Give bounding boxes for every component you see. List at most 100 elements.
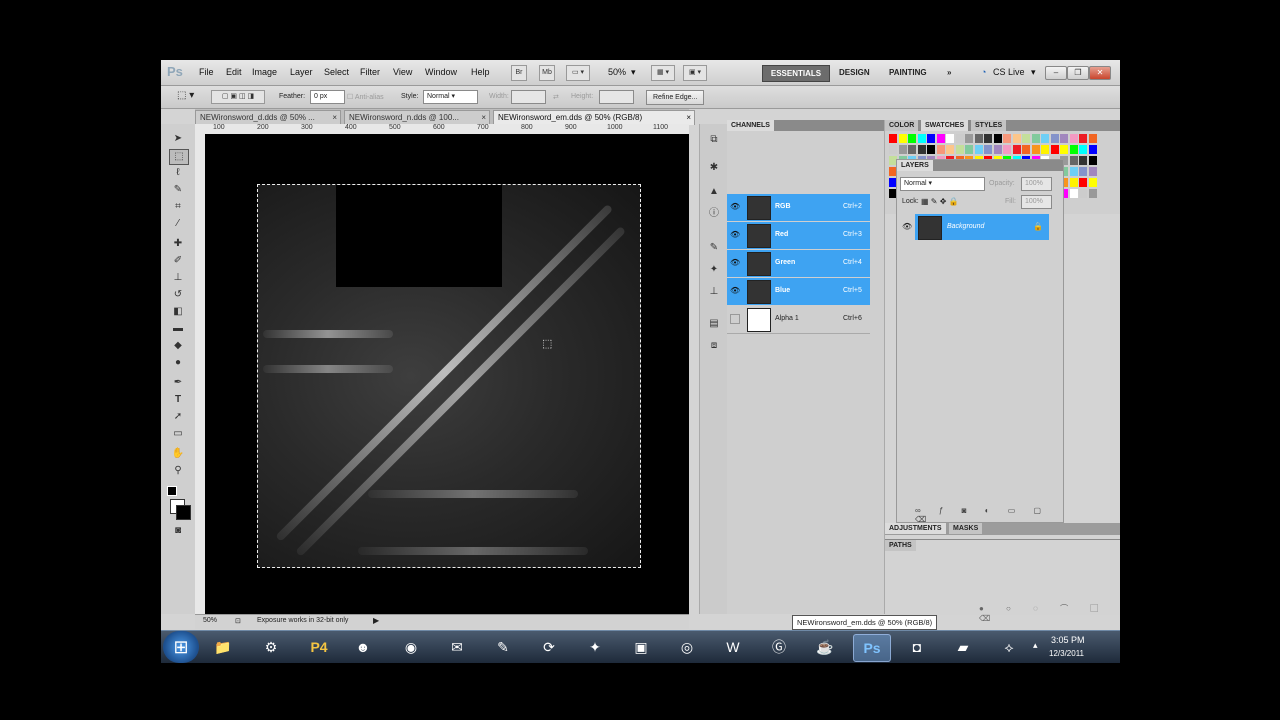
move-tool-icon[interactable]: ➤	[169, 132, 187, 146]
quick-select-icon[interactable]: ✎	[169, 183, 187, 197]
swatch[interactable]	[1022, 134, 1030, 143]
swatch[interactable]	[1069, 189, 1078, 198]
tab-paths[interactable]: PATHS	[885, 540, 916, 551]
channel-row-alpha1[interactable]: Alpha 1 Ctrl+6	[727, 306, 870, 334]
close-icon[interactable]: ×	[332, 111, 337, 125]
screen-mode-icon[interactable]: ▣ ▾	[683, 65, 707, 81]
quick-mask-icon[interactable]: ◙	[169, 524, 187, 538]
workspace-essentials[interactable]: ESSENTIALS	[762, 65, 830, 82]
swatch[interactable]	[898, 145, 907, 154]
view-extras-icon[interactable]: ▭ ▾	[566, 65, 590, 81]
path-actions-icons[interactable]: ● ○ ◌ ⌒ ▢ ⌫	[979, 603, 1120, 623]
swatch[interactable]	[1041, 145, 1049, 154]
navigator-panel-icon[interactable]: ✱	[707, 162, 721, 174]
close-icon[interactable]: ×	[686, 111, 691, 125]
clone-stamp-icon[interactable]: ⊥	[169, 271, 187, 285]
close-button[interactable]: ✕	[1089, 66, 1111, 80]
height-input[interactable]	[599, 90, 634, 104]
clock-date[interactable]: 12/3/2011	[1049, 649, 1084, 658]
swatch[interactable]	[1060, 145, 1068, 154]
cslive-button[interactable]: CS Live	[993, 67, 1025, 77]
tray-arrow-icon[interactable]: ▴	[1033, 640, 1038, 651]
bridge-button[interactable]: Br	[511, 65, 527, 81]
tab-styles[interactable]: STYLES	[971, 120, 1007, 131]
eye-icon[interactable]: 👁	[730, 202, 740, 212]
swatch[interactable]	[1012, 145, 1021, 154]
java-icon[interactable]: ☕	[807, 634, 843, 660]
tab-channels[interactable]: CHANNELS	[727, 120, 774, 131]
swatch[interactable]	[1069, 145, 1078, 154]
steam-icon[interactable]: ◉	[393, 634, 429, 660]
swatch[interactable]	[984, 145, 992, 154]
swatch[interactable]	[1069, 134, 1078, 143]
channel-row-blue[interactable]: 👁 Blue Ctrl+5	[727, 278, 870, 305]
swatch[interactable]	[1079, 167, 1087, 176]
type-tool-icon[interactable]: T	[169, 393, 187, 407]
gradient-icon[interactable]: ▬	[169, 322, 187, 336]
swatch[interactable]	[1031, 134, 1040, 143]
channel-row-rgb[interactable]: 👁 RGB Ctrl+2	[727, 194, 870, 221]
workspace-painting[interactable]: PAINTING	[889, 65, 927, 80]
swatch[interactable]	[1041, 134, 1049, 143]
swatch[interactable]	[917, 145, 926, 154]
swatch[interactable]	[946, 134, 954, 143]
histogram-panel-icon[interactable]: ▲	[707, 186, 721, 198]
menu-file[interactable]: File	[199, 67, 214, 77]
skyrim-icon[interactable]: ⟡	[991, 634, 1027, 660]
swatch[interactable]	[965, 134, 973, 143]
swatch[interactable]	[974, 134, 983, 143]
swatch[interactable]	[1088, 167, 1097, 176]
zoom-tool-icon[interactable]: ⚲	[169, 464, 187, 478]
path-select-icon[interactable]: ➚	[169, 410, 187, 424]
character-panel-icon[interactable]: ▤	[707, 318, 721, 330]
swatch[interactable]	[993, 145, 1002, 154]
opacity-input[interactable]: 100%	[1021, 177, 1052, 191]
swatch[interactable]	[927, 134, 935, 143]
channel-row-green[interactable]: 👁 Green Ctrl+4	[727, 250, 870, 277]
feather-input[interactable]: 0 px	[310, 90, 345, 104]
default-colors-icon[interactable]	[167, 486, 177, 496]
swatch[interactable]	[965, 145, 973, 154]
workspace-design[interactable]: DESIGN	[839, 65, 870, 80]
zbrush-icon[interactable]: ✦	[577, 634, 613, 660]
lock-icons[interactable]: ▦ ✎ ✥ 🔒	[921, 197, 959, 206]
swatch[interactable]	[946, 145, 954, 154]
swatch[interactable]	[936, 145, 945, 154]
tab-color[interactable]: COLOR	[885, 120, 919, 131]
marquee-tool-icon[interactable]: ⬚	[169, 149, 189, 165]
pen-tool-icon[interactable]: ✒	[169, 376, 187, 390]
tab-layers[interactable]: LAYERS	[897, 160, 933, 171]
tab-swatches[interactable]: SWATCHES	[921, 120, 969, 131]
mascot-app-icon[interactable]: ☻	[345, 634, 381, 660]
explorer-icon[interactable]: 📁	[205, 634, 241, 660]
network-app-icon[interactable]: ⚙	[253, 634, 289, 660]
swatch[interactable]	[1069, 156, 1078, 165]
menu-filter[interactable]: Filter	[360, 67, 380, 77]
refine-edge-button[interactable]: Refine Edge...	[646, 90, 705, 105]
word-icon[interactable]: W	[715, 634, 751, 660]
layer-actions-icons[interactable]: ∞ ƒ ◙ ◐ ▭ ▢ ⌫	[915, 506, 1063, 524]
swatch[interactable]	[1079, 189, 1087, 198]
more-workspaces-icon[interactable]: »	[947, 65, 951, 80]
swatch[interactable]	[1022, 145, 1030, 154]
blend-mode-select[interactable]: Normal ▾	[900, 177, 985, 191]
swatch[interactable]	[927, 145, 935, 154]
style-select[interactable]: Normal ▾	[423, 90, 478, 104]
crop-tool-icon[interactable]: ⌗	[169, 200, 187, 214]
brush-tool-icon[interactable]: ✐	[169, 254, 187, 268]
swatch[interactable]	[974, 145, 983, 154]
chevron-down-icon[interactable]: ▾	[1031, 67, 1036, 78]
blur-tool-icon[interactable]: ◆	[169, 339, 187, 353]
swatch[interactable]	[1079, 178, 1087, 187]
healing-brush-icon[interactable]: ✚	[169, 237, 187, 251]
start-button-icon[interactable]: ⊞	[163, 631, 199, 663]
status-zoom[interactable]: 50%	[203, 617, 217, 624]
gamepad-icon[interactable]: ◘	[899, 634, 935, 660]
eyedropper-icon[interactable]: ⁄	[169, 217, 187, 231]
visibility-toggle[interactable]	[730, 314, 740, 324]
chevron-down-icon[interactable]: ▾	[631, 67, 636, 78]
swatch[interactable]	[1003, 145, 1011, 154]
swap-icon[interactable]: ⇄	[553, 93, 559, 101]
menu-edit[interactable]: Edit	[226, 67, 242, 77]
menu-select[interactable]: Select	[324, 67, 349, 77]
